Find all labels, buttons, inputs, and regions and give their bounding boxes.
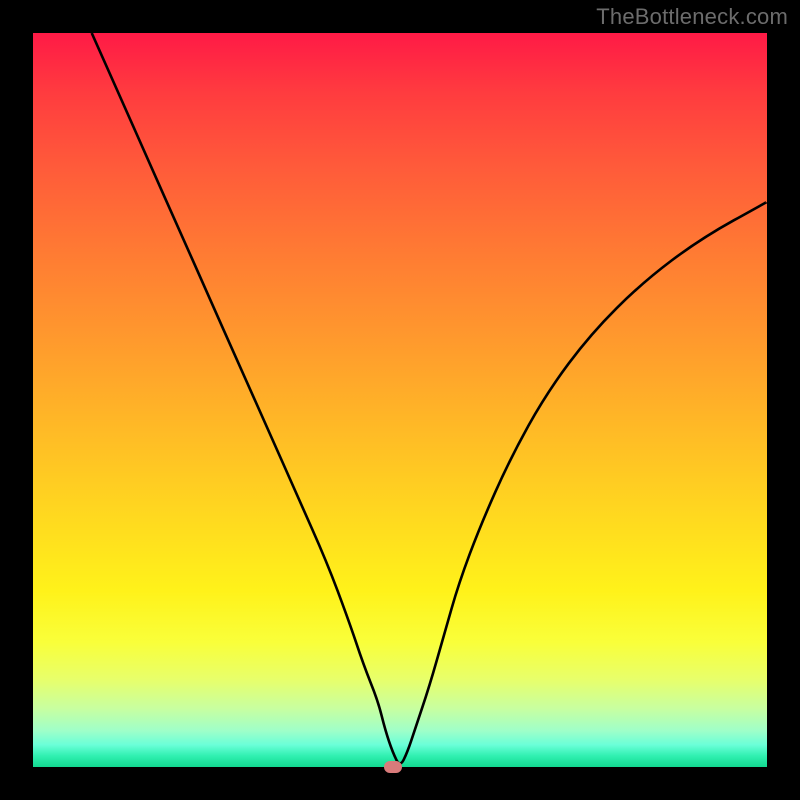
- chart-frame: TheBottleneck.com: [0, 0, 800, 800]
- bottleneck-curve-svg: [33, 33, 767, 767]
- watermark-text: TheBottleneck.com: [596, 4, 788, 30]
- target-point-marker: [384, 761, 402, 773]
- bottleneck-curve-path: [92, 33, 767, 763]
